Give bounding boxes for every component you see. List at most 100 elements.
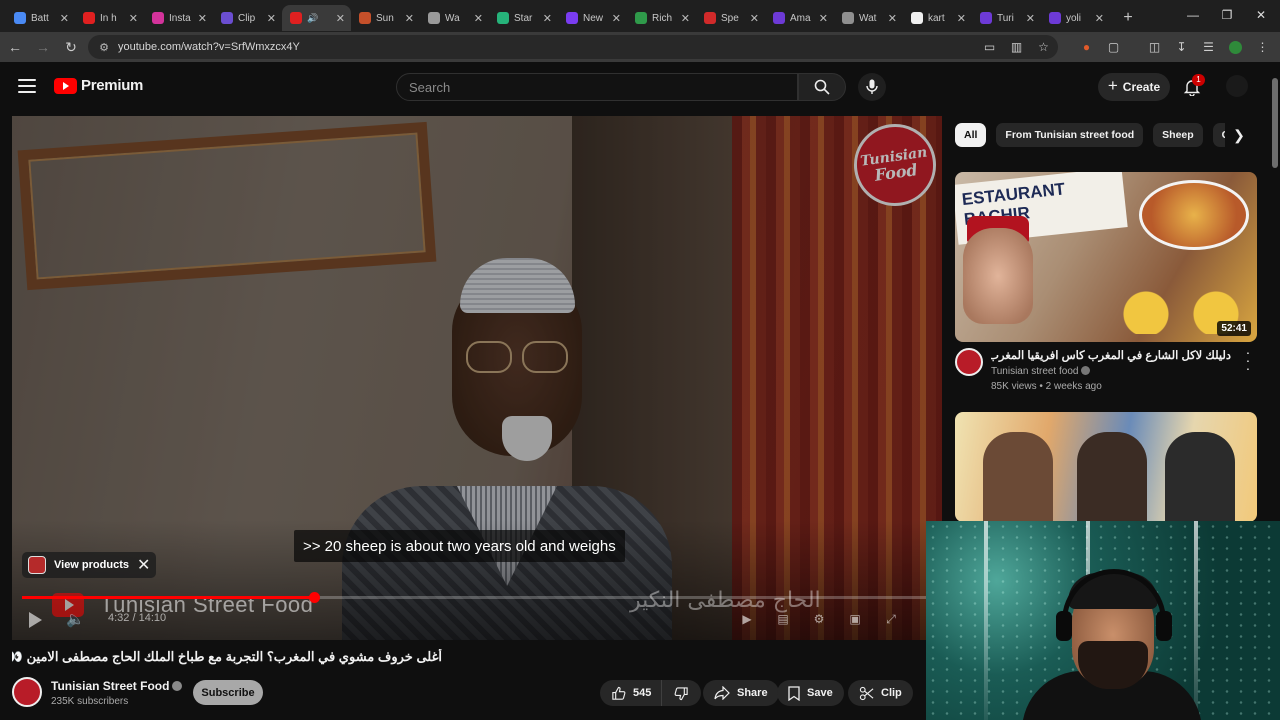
url-text[interactable]: youtube.com/watch?v=SrfWmxzcx4Y [118,41,300,53]
tab-favicon-icon [566,12,578,24]
recommendation-channel[interactable]: Tunisian street food [991,366,1091,377]
browser-tab[interactable]: Insta ✕ [144,5,213,31]
tab-close-icon[interactable]: ✕ [198,12,207,25]
tab-title: kart [928,12,945,24]
filter-chip[interactable]: Grill [1212,123,1225,147]
create-button[interactable]: + Create [1098,73,1170,101]
guide-menu-icon[interactable] [16,77,38,95]
tab-close-icon[interactable]: ✕ [267,12,276,25]
view-products-button[interactable]: View products ✕ [22,552,157,578]
more-options-icon[interactable]: · · · [1243,345,1253,375]
channel-avatar[interactable] [955,348,983,376]
browser-tab[interactable]: yoli ✕ [1041,5,1110,31]
subscribe-button[interactable]: Subscribe [193,680,263,705]
tab-close-icon[interactable]: ✕ [336,12,345,25]
tab-title: yoli [1066,12,1082,24]
extension-icon[interactable]: ● [1077,37,1096,57]
sidebar-icon[interactable]: ◫ [1145,37,1164,57]
tab-close-icon[interactable]: ✕ [405,12,414,25]
browser-tab[interactable]: In h ✕ [75,5,144,31]
bookmark-star-icon[interactable]: ☆ [1034,37,1053,57]
tab-favicon-icon [980,12,992,24]
tab-close-icon[interactable]: ✕ [612,12,621,25]
search-box[interactable] [396,73,798,101]
tab-close-icon[interactable]: ✕ [681,12,690,25]
browser-tab[interactable]: Spe ✕ [696,5,765,31]
youtube-play-logo-icon [54,77,77,94]
fullscreen-icon[interactable]: ⤢ [880,609,902,629]
filter-chip[interactable]: From Tunisian street food [996,123,1144,147]
browser-tab[interactable]: Clip ✕ [213,5,282,31]
translate-icon[interactable]: ▥ [1007,37,1026,57]
tab-close-icon[interactable]: ✕ [1026,12,1035,25]
browser-tab[interactable]: New ✕ [558,5,627,31]
browser-tab[interactable]: Ama ✕ [765,5,834,31]
recommendation-thumbnail[interactable]: ESTAURANT BACHIR 52:41 [955,172,1257,342]
clip-button[interactable]: Clip [848,680,913,706]
extensions-puzzle-icon[interactable]: ▢ [1104,37,1123,57]
volume-icon[interactable]: 🔈 [66,610,85,628]
tab-close-icon[interactable]: ✕ [750,12,759,25]
filter-chips: All From Tunisian street food Sheep Grill [955,122,1225,148]
browser-tab[interactable]: Wat ✕ [834,5,903,31]
search-icon [814,79,830,95]
channel-avatar[interactable] [12,677,42,707]
channel-name[interactable]: Tunisian Street Food [51,679,183,693]
tab-close-icon[interactable]: ✕ [819,12,828,25]
search-input[interactable] [409,79,797,95]
tab-close-icon[interactable]: ✕ [474,12,483,25]
tab-close-icon[interactable]: ✕ [957,12,966,25]
browser-menu-icon[interactable]: ⋮ [1253,37,1272,57]
profile-icon[interactable] [1226,37,1245,57]
search-button[interactable] [798,73,846,101]
forward-icon[interactable]: → [30,34,56,60]
reload-icon[interactable]: ↻ [58,34,84,60]
youtube-logo[interactable]: Premium [54,77,143,94]
account-avatar[interactable] [1226,75,1248,97]
recommendation-thumbnail[interactable] [955,412,1257,522]
tab-close-icon[interactable]: ✕ [1095,12,1104,25]
progress-bar[interactable] [22,592,932,603]
settings-gear-icon[interactable]: ⚙ [808,609,830,629]
tab-audio-icon[interactable]: 🔊 [307,13,318,24]
close-icon[interactable]: ✕ [137,555,150,575]
tab-title: Batt [31,12,49,24]
install-app-icon[interactable]: ▭ [980,37,999,57]
browser-tab[interactable]: Wa ✕ [420,5,489,31]
chevron-right-icon[interactable]: ❯ [1228,124,1250,146]
close-window-icon[interactable]: ✕ [1244,0,1278,30]
tab-close-icon[interactable]: ✕ [543,12,552,25]
tab-close-icon[interactable]: ✕ [129,12,138,25]
browser-tab[interactable]: Batt ✕ [6,5,75,31]
filter-chip[interactable]: All [955,123,987,147]
save-button[interactable]: Save [777,680,844,706]
play-icon[interactable] [24,610,46,630]
tab-favicon-icon [290,12,302,24]
tab-close-icon[interactable]: ✕ [60,12,69,25]
dislike-button[interactable] [661,680,702,706]
voice-search-button[interactable] [858,73,886,101]
media-control-icon[interactable]: ☰ [1199,37,1218,57]
back-icon[interactable]: ← [2,34,28,60]
download-icon[interactable]: ↧ [1172,37,1191,57]
recommendation-title[interactable]: دليلك لاكل الشارع في المغرب كاس افريقيا … [991,348,1231,362]
subtitles-icon[interactable]: ▤ [772,609,794,629]
share-button[interactable]: Share [703,680,779,706]
browser-tab[interactable]: Rich ✕ [627,5,696,31]
like-button[interactable]: 545 [600,680,662,706]
browser-tab[interactable]: Turi ✕ [972,5,1041,31]
browser-tab[interactable]: 🔊 ✕ [282,5,351,31]
site-info-icon[interactable]: ⚙ [92,41,116,54]
filter-chip[interactable]: Sheep [1153,123,1203,147]
browser-tab[interactable]: Sun ✕ [351,5,420,31]
tab-close-icon[interactable]: ✕ [888,12,897,25]
maximize-icon[interactable]: ❐ [1210,0,1244,30]
minimize-icon[interactable]: — [1176,0,1210,30]
page-scrollbar[interactable] [1272,78,1278,168]
miniplayer-icon[interactable]: ▣ [844,609,866,629]
autoplay-toggle-icon[interactable]: ▶ [736,609,758,629]
address-bar[interactable]: ⚙ youtube.com/watch?v=SrfWmxzcx4Y [88,35,1058,59]
browser-tab[interactable]: kart ✕ [903,5,972,31]
new-tab-button[interactable]: + [1114,5,1142,31]
browser-tab[interactable]: Star ✕ [489,5,558,31]
